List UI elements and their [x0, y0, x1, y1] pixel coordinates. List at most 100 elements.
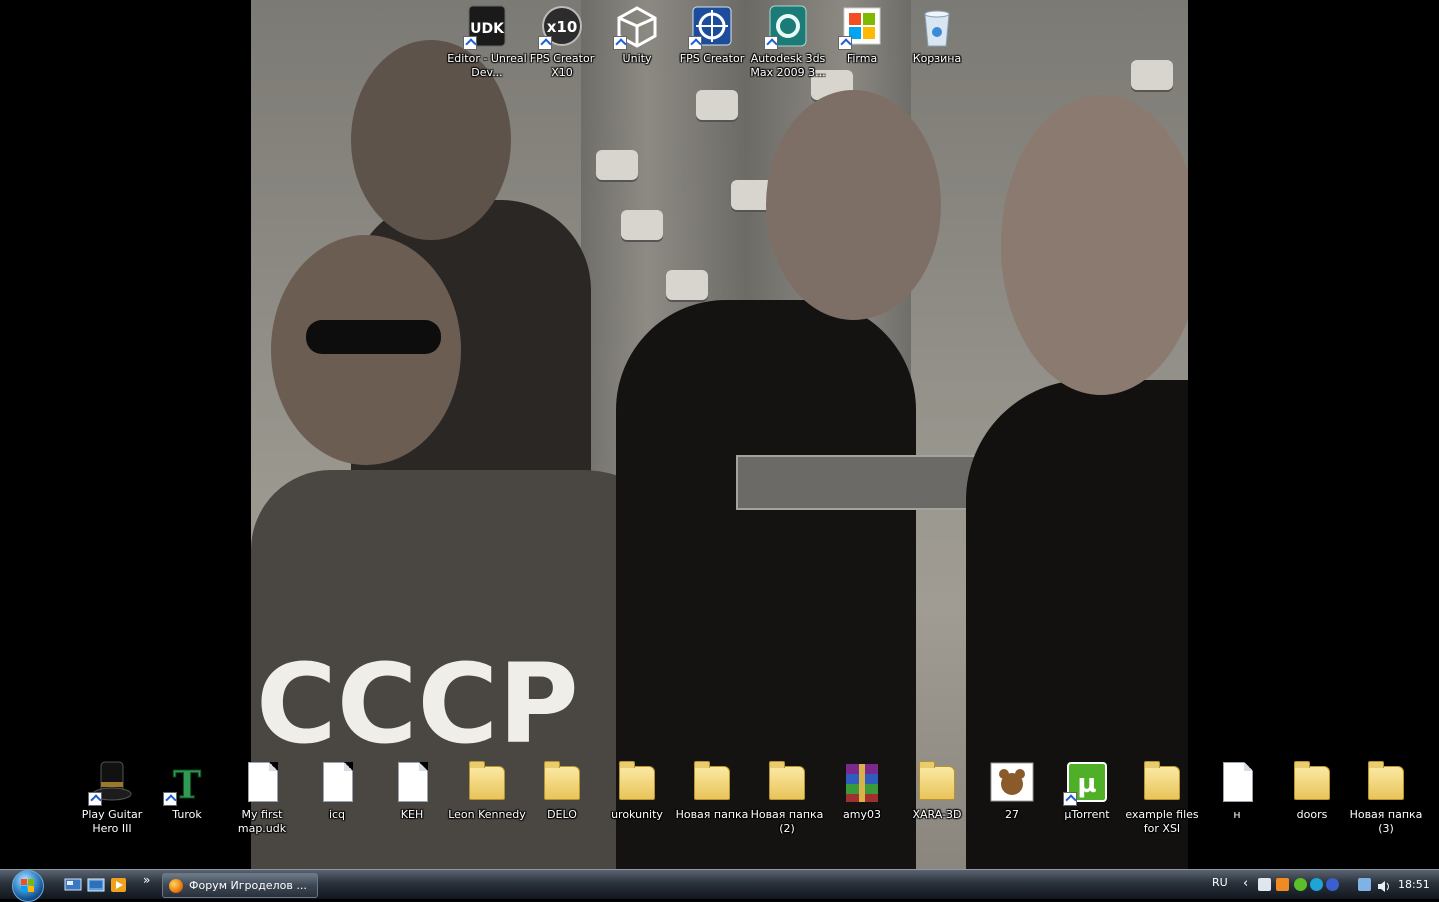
new-folder-2[interactable]: Новая папка (2): [747, 760, 827, 836]
taskbar-window-button[interactable]: Форум Игроделов ...: [162, 873, 318, 898]
icon-label: Новая папка (2): [750, 808, 824, 835]
folder-icon: [615, 760, 659, 804]
bear-image-icon: [990, 760, 1034, 804]
icon-label: 27: [1005, 808, 1019, 821]
new-folder-1[interactable]: Новая папка: [672, 760, 752, 822]
switch-windows-icon[interactable]: [87, 877, 105, 893]
unity-shortcut[interactable]: Unity: [597, 4, 677, 66]
shortcut-arrow-icon: [163, 792, 177, 806]
tray-app-icon[interactable]: [1258, 878, 1271, 891]
volume-icon[interactable]: [1377, 878, 1390, 892]
xsi-examples-folder[interactable]: example files for XSI: [1122, 760, 1202, 836]
leon-kennedy-folder[interactable]: Leon Kennedy: [447, 760, 527, 822]
icon-label: doors: [1296, 808, 1328, 821]
turok-icon: T: [163, 760, 209, 808]
icon-label: Новая папка: [675, 808, 749, 821]
icon-label: FPS Creator: [679, 52, 745, 65]
windows-flag-icon: [838, 4, 884, 50]
wallpaper-car: [696, 90, 738, 120]
shortcut-arrow-icon: [613, 36, 627, 50]
top-hat-icon: [88, 760, 134, 806]
delo-folder[interactable]: DELO: [522, 760, 602, 822]
shortcut-arrow-icon: [838, 36, 852, 50]
xara-3d-folder[interactable]: XARA-3D: [897, 760, 977, 822]
new-folder-3[interactable]: Новая папка (3): [1346, 760, 1426, 836]
shortcut-arrow-icon: [688, 36, 702, 50]
utorrent-icon: µ: [1063, 760, 1109, 806]
quick-launch-overflow[interactable]: »: [143, 873, 150, 887]
windows-flag-icon: [21, 879, 35, 893]
wallpaper-car: [621, 210, 663, 240]
wallpaper-shirt-print: [736, 455, 986, 510]
clock[interactable]: 18:51: [1398, 878, 1430, 891]
recycle-bin[interactable]: Корзина: [897, 4, 977, 66]
icon-label: Корзина: [912, 52, 962, 65]
tray-app-icon[interactable]: [1310, 878, 1323, 891]
folder-icon: [1290, 760, 1334, 804]
icon-label: KEH: [400, 808, 424, 821]
keh-file[interactable]: KEH: [372, 760, 452, 822]
icon-label: DELO: [547, 808, 577, 821]
folder-icon: [1140, 760, 1184, 804]
3dsmax-icon: [764, 4, 810, 50]
fps-creator-x10-shortcut[interactable]: x10 FPS Creator X10: [522, 4, 602, 80]
shortcut-arrow-icon: [463, 36, 477, 50]
firma-shortcut[interactable]: Firma: [822, 4, 902, 66]
image-27[interactable]: 27: [972, 760, 1052, 822]
network-icon[interactable]: [1358, 878, 1371, 891]
icon-label: µTorrent: [1064, 808, 1110, 821]
icon-label: example files for XSI: [1125, 808, 1199, 835]
language-indicator[interactable]: RU: [1212, 876, 1228, 889]
my-first-map-file[interactable]: My first map.udk: [222, 760, 302, 836]
guitar-hero-shortcut[interactable]: Play Guitar Hero III: [72, 760, 152, 836]
shortcut-arrow-icon: [764, 36, 778, 50]
text-file-icon: [315, 760, 359, 804]
icon-label: Autodesk 3ds Max 2009 3...: [750, 52, 826, 79]
file-icon: [240, 760, 284, 804]
svg-text:T: T: [173, 762, 201, 804]
icon-label: н: [1233, 808, 1241, 821]
show-desktop-icon[interactable]: [64, 877, 82, 893]
folder-icon: [1364, 760, 1408, 804]
start-button[interactable]: [8, 870, 50, 902]
n-file[interactable]: н: [1197, 760, 1277, 822]
wallpaper-shirt-letters: CCCP: [256, 640, 579, 768]
desktop[interactable]: CCCP UDK Editor - Unreal Dev... x10 FPS Cre…: [0, 0, 1439, 869]
icon-label: Новая папка (3): [1349, 808, 1423, 835]
tray-expand-chevron[interactable]: ‹: [1243, 876, 1248, 891]
icon-label: Firma: [846, 52, 878, 65]
svg-text:x10: x10: [547, 18, 578, 36]
doors-folder[interactable]: doors: [1272, 760, 1352, 822]
folder-icon: [915, 760, 959, 804]
icon-label: urokunity: [611, 808, 663, 821]
wallpaper: CCCP: [251, 0, 1188, 869]
winrar-icon: [840, 760, 884, 804]
wallpaper-car: [666, 270, 708, 300]
firefox-icon: [169, 879, 183, 893]
amy03-archive[interactable]: amy03: [822, 760, 902, 822]
icon-label: Turok: [172, 808, 202, 821]
3dsmax-shortcut[interactable]: Autodesk 3ds Max 2009 3...: [748, 4, 828, 80]
recycle-bin-icon: [915, 4, 959, 48]
icon-label: Unity: [622, 52, 652, 65]
tray-app-icon[interactable]: [1326, 878, 1339, 891]
shortcut-arrow-icon: [88, 792, 102, 806]
text-file-icon: [1215, 760, 1259, 804]
unity-icon: [613, 4, 659, 50]
utorrent-shortcut[interactable]: µ µTorrent: [1047, 760, 1127, 822]
svg-text:µ: µ: [1077, 769, 1096, 799]
folder-icon: [765, 760, 809, 804]
udk-editor-shortcut[interactable]: UDK Editor - Unreal Dev...: [447, 4, 527, 80]
tray-app-icon[interactable]: [1276, 878, 1289, 891]
media-player-icon[interactable]: [110, 877, 128, 893]
text-file-icon: [390, 760, 434, 804]
fps-creator-shortcut[interactable]: FPS Creator: [672, 4, 752, 66]
icq-file[interactable]: icq: [297, 760, 377, 822]
folder-icon: [465, 760, 509, 804]
x10-icon: x10: [538, 4, 584, 50]
turok-shortcut[interactable]: T Turok: [147, 760, 227, 822]
shortcut-arrow-icon: [1063, 792, 1077, 806]
wallpaper-sunglasses: [306, 320, 441, 354]
urokunity-folder[interactable]: urokunity: [597, 760, 677, 822]
icq-tray-icon[interactable]: [1294, 878, 1307, 891]
